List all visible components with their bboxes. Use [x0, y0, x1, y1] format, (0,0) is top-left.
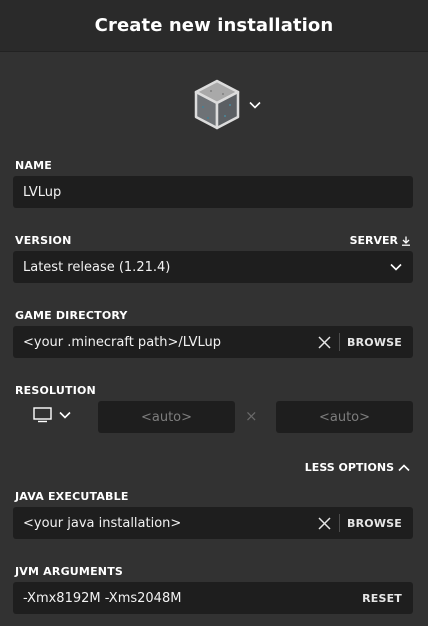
reset-button[interactable]: RESET: [362, 592, 402, 605]
page-title: Create new installation: [94, 15, 334, 36]
chevron-down-icon: [390, 263, 402, 271]
less-options-toggle[interactable]: LESS OPTIONS: [305, 461, 410, 474]
server-download-link[interactable]: SERVER: [350, 234, 411, 247]
grass-block-icon: [194, 79, 240, 130]
divider: [339, 333, 341, 351]
icon-picker[interactable]: [193, 79, 261, 131]
game-directory-value: <your .minecraft path>/LVLup: [23, 334, 221, 350]
browse-button[interactable]: BROWSE: [347, 336, 402, 349]
chevron-down-icon: [249, 101, 261, 109]
resolution-height-input[interactable]: <auto>: [276, 401, 413, 433]
name-field[interactable]: LVLup: [13, 176, 413, 208]
resolution-label: RESOLUTION: [15, 384, 96, 397]
version-label: VERSION: [15, 234, 72, 247]
java-executable-value: <your java installation>: [23, 515, 182, 531]
resolution-preset-dropdown[interactable]: [33, 407, 71, 423]
game-directory-field[interactable]: <your .minecraft path>/LVLup BROWSE: [13, 326, 413, 358]
version-selected-value: Latest release (1.21.4): [23, 259, 171, 275]
chevron-down-icon: [59, 411, 71, 419]
jvm-arguments-label: JVM ARGUMENTS: [15, 565, 124, 578]
jvm-arguments-value: -Xmx8192M -Xms2048M: [23, 590, 182, 606]
name-value: LVLup: [23, 184, 62, 200]
divider: [339, 514, 341, 532]
java-executable-label: JAVA EXECUTABLE: [15, 490, 129, 503]
resolution-width-input[interactable]: <auto>: [98, 401, 235, 433]
java-executable-field[interactable]: <your java installation> BROWSE: [13, 507, 413, 539]
dialog-header: Create new installation: [0, 0, 428, 52]
jvm-arguments-field[interactable]: -Xmx8192M -Xms2048M RESET: [13, 582, 413, 614]
installation-icon-row: [0, 52, 428, 158]
name-label: NAME: [15, 159, 52, 172]
monitor-icon: [33, 407, 52, 423]
server-label: SERVER: [349, 234, 398, 247]
version-select[interactable]: Latest release (1.21.4): [13, 251, 413, 283]
less-options-label: LESS OPTIONS: [304, 461, 394, 474]
chevron-up-icon: [398, 463, 410, 471]
download-icon: [402, 236, 410, 246]
width-placeholder: <auto>: [140, 409, 193, 425]
game-directory-label: GAME DIRECTORY: [15, 309, 128, 322]
clear-icon[interactable]: [317, 335, 331, 349]
resolution-separator: ×: [245, 407, 258, 425]
clear-icon[interactable]: [317, 516, 331, 530]
height-placeholder: <auto>: [318, 409, 371, 425]
browse-button[interactable]: BROWSE: [347, 517, 402, 530]
